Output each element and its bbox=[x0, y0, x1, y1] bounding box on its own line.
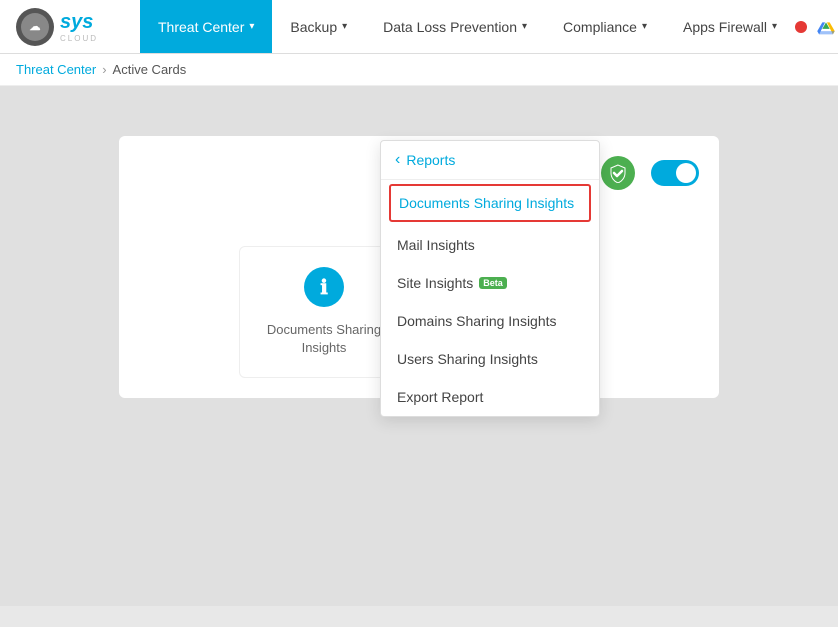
report-card-label: Documents SharingInsights bbox=[260, 321, 388, 357]
back-arrow-icon: ‹ bbox=[395, 151, 400, 169]
dropdown-back-label: Reports bbox=[406, 152, 455, 168]
dropdown-back-button[interactable]: ‹ Reports bbox=[381, 141, 599, 180]
chevron-down-icon: ▾ bbox=[249, 21, 254, 32]
toggle-switch[interactable] bbox=[651, 160, 699, 186]
notification-dot[interactable] bbox=[795, 21, 807, 33]
breadcrumb-separator: › bbox=[102, 62, 106, 77]
dropdown-item-users-sharing[interactable]: Users Sharing Insights bbox=[381, 340, 599, 378]
breadcrumb-current: Active Cards bbox=[113, 62, 187, 77]
nav-right-actions bbox=[795, 0, 838, 53]
logo: ☁ sys CLOUD bbox=[0, 0, 140, 53]
chevron-down-icon: ▾ bbox=[342, 21, 347, 32]
logo-icon: ☁ bbox=[16, 8, 54, 46]
nav-compliance[interactable]: Compliance ▾ bbox=[545, 0, 665, 53]
top-navigation: ☁ sys CLOUD Threat Center ▾ Backup ▾ Dat… bbox=[0, 0, 838, 54]
dropdown-item-label: Site Insights bbox=[397, 275, 473, 291]
chevron-down-icon: ▾ bbox=[772, 21, 777, 32]
dropdown-item-label: Domains Sharing Insights bbox=[397, 313, 557, 329]
shield-check-icon bbox=[601, 156, 635, 190]
dropdown-item-label: Documents Sharing Insights bbox=[399, 195, 574, 211]
brand-sub: CLOUD bbox=[60, 34, 98, 43]
breadcrumb-parent[interactable]: Threat Center bbox=[16, 62, 96, 77]
dropdown-item-label: Mail Insights bbox=[397, 237, 475, 253]
nav-threat-center[interactable]: Threat Center ▾ bbox=[140, 0, 272, 53]
nav-apps-firewall[interactable]: Apps Firewall ▾ bbox=[665, 0, 795, 53]
nav-backup[interactable]: Backup ▾ bbox=[272, 0, 365, 53]
chevron-down-icon: ▾ bbox=[522, 21, 527, 32]
breadcrumb: Threat Center › Active Cards bbox=[0, 54, 838, 86]
dropdown-item-label: Export Report bbox=[397, 389, 483, 405]
nav-data-loss-prevention[interactable]: Data Loss Prevention ▾ bbox=[365, 0, 545, 53]
main-content: Reports ℹ Documents SharingInsights ℹ Ma… bbox=[0, 86, 838, 606]
beta-badge: Beta bbox=[479, 277, 507, 289]
dropdown-item-site-insights[interactable]: Site Insights Beta bbox=[381, 264, 599, 302]
chevron-down-icon: ▾ bbox=[642, 21, 647, 32]
dropdown-item-export-report[interactable]: Export Report bbox=[381, 378, 599, 416]
brand-name: sys bbox=[60, 11, 93, 33]
dropdown-item-label: Users Sharing Insights bbox=[397, 351, 538, 367]
google-drive-icon[interactable] bbox=[815, 16, 837, 38]
dropdown-item-mail-insights[interactable]: Mail Insights bbox=[381, 226, 599, 264]
dropdown-item-domains-sharing[interactable]: Domains Sharing Insights bbox=[381, 302, 599, 340]
dropdown-menu: ‹ Reports Documents Sharing Insights Mai… bbox=[380, 140, 600, 417]
info-icon: ℹ bbox=[304, 267, 344, 307]
dropdown-item-doc-sharing[interactable]: Documents Sharing Insights bbox=[389, 184, 591, 222]
